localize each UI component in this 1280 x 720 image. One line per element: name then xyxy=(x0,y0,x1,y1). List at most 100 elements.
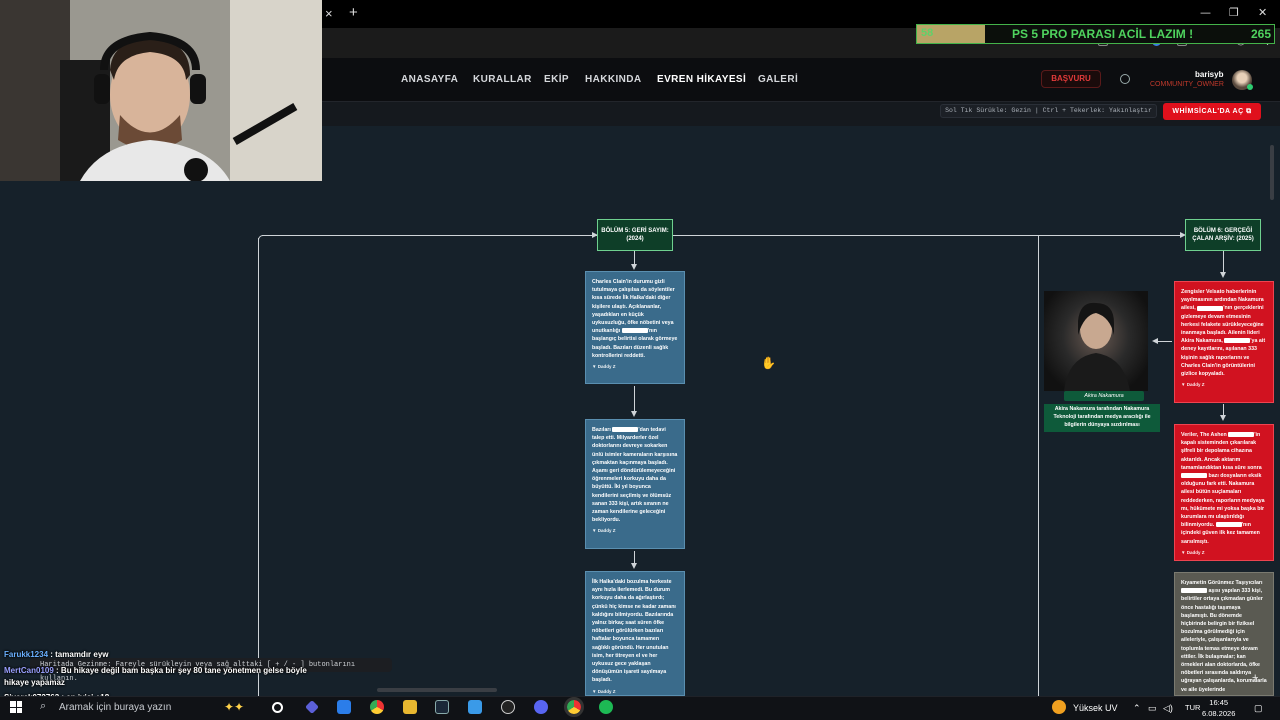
user-role: COMMUNITY_OWNER xyxy=(1150,81,1224,88)
card-text: Veriler, The Ashen xyxy=(1181,432,1227,438)
apply-button[interactable]: BAŞVURU xyxy=(1041,70,1101,88)
chrome-active-icon[interactable] xyxy=(564,697,584,717)
open-whimsical-button[interactable]: WHİMSİCAL'DA AÇ ⧉ xyxy=(1163,103,1261,120)
folder-icon[interactable] xyxy=(403,700,417,714)
card-text: İlk Halka'daki bozulma herkeste aynı hız… xyxy=(592,579,676,684)
nav-about[interactable]: HAKKINDA xyxy=(585,74,642,85)
arrow-down-icon xyxy=(631,563,637,569)
nav-universe-story[interactable]: EVREN HİKAYESİ xyxy=(657,74,746,85)
arrow-down-icon xyxy=(1220,272,1226,278)
story-card[interactable]: Kıyametin Görünmez Taşıyıcıları aşısı ya… xyxy=(1174,572,1274,696)
nav-home[interactable]: ANASAYFA xyxy=(401,74,458,85)
store-icon[interactable] xyxy=(337,700,351,714)
connector xyxy=(262,235,597,236)
maximize-icon[interactable]: ❐ xyxy=(1229,6,1239,19)
redacted-mark xyxy=(1224,338,1251,344)
connector xyxy=(1158,341,1172,342)
connector xyxy=(258,238,259,696)
obs-icon[interactable] xyxy=(501,700,515,714)
arrow-down-icon xyxy=(1220,415,1226,421)
navigation-hint: Sol Tık Sürükle: Gezin | Ctrl + Tekerlek… xyxy=(940,104,1157,118)
card-text: bazı dosyaların eksik olduğunu fark etti… xyxy=(1181,473,1265,529)
horizontal-scrollbar[interactable] xyxy=(377,688,497,692)
author-name: Daddy Z xyxy=(597,364,616,370)
connector xyxy=(1223,251,1224,273)
donation-goal-bar: 58 PS 5 PRO PARASI ACİL LAZIM ! 265 xyxy=(916,24,1275,44)
section-5-header[interactable]: BÖLÜM 5: GERİ SAYIM: (2024) xyxy=(597,219,673,251)
goal-title: PS 5 PRO PARASI ACİL LAZIM ! xyxy=(1012,27,1194,41)
sparkle-icon[interactable]: ✦✦ xyxy=(224,700,244,714)
chat-text: Bu hikaye değil bam başka bir şey 80 tan… xyxy=(60,666,307,675)
spotify-icon[interactable] xyxy=(599,700,613,714)
card-author: ▼ Daddy Z xyxy=(592,688,616,694)
author-name: Daddy Z xyxy=(597,528,616,534)
app-icon[interactable] xyxy=(468,700,482,714)
new-tab-button[interactable]: + xyxy=(349,4,358,21)
connector xyxy=(672,235,1180,236)
story-card[interactable]: Charles Clain'in durumu gizli tutulmaya … xyxy=(585,271,685,384)
character-portrait[interactable] xyxy=(1044,291,1148,391)
card-author: ▼ Daddy Z xyxy=(1181,549,1205,555)
redacted-mark xyxy=(1181,588,1207,594)
card-text: Kıyametin Görünmez Taşıyıcıları xyxy=(1181,580,1263,586)
theme-toggle-icon[interactable] xyxy=(1120,74,1130,84)
windows-start-icon[interactable] xyxy=(10,701,22,713)
language-indicator[interactable]: TUR xyxy=(1185,703,1200,712)
story-card[interactable]: Veriler, The Ashen 'in kapalı sisteminde… xyxy=(1174,424,1274,561)
story-card[interactable]: Zengisler Velsato haberlerinin yayılması… xyxy=(1174,281,1274,403)
story-card[interactable]: İlk Halka'daki bozulma herkeste aynı hız… xyxy=(585,571,685,696)
volume-icon[interactable]: ◁) xyxy=(1163,703,1173,714)
tray-chevron-icon[interactable]: ⌃ xyxy=(1133,703,1141,714)
window-close-icon[interactable]: ✕ xyxy=(1258,6,1267,19)
card-text: Bazıları xyxy=(592,427,611,433)
card-text: Charles Clain'in durumu gizli tutulmaya … xyxy=(592,279,675,335)
person-silhouette-icon xyxy=(1064,302,1130,391)
weather-icon[interactable] xyxy=(1052,700,1066,714)
goal-current: 58 xyxy=(921,27,934,39)
avatar[interactable] xyxy=(1232,70,1253,90)
connector-corner xyxy=(258,235,264,241)
author-name: Daddy Z xyxy=(1186,549,1205,555)
steam-icon[interactable] xyxy=(435,700,449,714)
story-card[interactable]: Bazıları 'dan tedavi talep etti. Milyard… xyxy=(585,419,685,549)
chat-text: hikaye yapamaz xyxy=(4,678,65,687)
section-6-header[interactable]: BÖLÜM 6: GERÇEĞİ ÇALAN ARŞİV: (2025) xyxy=(1185,219,1261,251)
vertical-scrollbar[interactable] xyxy=(1270,145,1274,200)
cortana-icon[interactable] xyxy=(272,702,283,713)
connector xyxy=(634,251,635,265)
minimize-icon[interactable]: — xyxy=(1200,6,1211,19)
notification-icon[interactable]: ▢ xyxy=(1254,703,1263,714)
taskbar-search[interactable]: Aramak için buraya yazın xyxy=(59,702,171,713)
open-whimsical-label: WHİMSİCAL'DA AÇ xyxy=(1172,108,1244,115)
author-name: Daddy Z xyxy=(597,688,616,694)
card-author: ▼ Daddy Z xyxy=(592,364,616,370)
hand-cursor-icon: ✋ xyxy=(761,356,776,370)
redacted-mark xyxy=(621,328,648,334)
nav-gallery[interactable]: GALERİ xyxy=(758,74,798,85)
clock-time: 16:45 xyxy=(1209,698,1229,707)
chrome-icon[interactable] xyxy=(370,700,384,714)
goal-target: 265 xyxy=(1250,27,1271,41)
redacted-mark xyxy=(612,427,639,433)
webcam-overlay xyxy=(0,0,322,181)
chat-message: MertCan0109 : Bu hikaye değil bam başka … xyxy=(4,666,307,675)
discord-icon[interactable] xyxy=(534,700,548,714)
close-tab-icon[interactable]: × xyxy=(325,6,333,21)
clock[interactable]: 16:45 6.08.2026 xyxy=(1202,697,1235,719)
clock-date: 6.08.2026 xyxy=(1202,709,1236,718)
arrow-down-icon xyxy=(631,411,637,417)
weather-text[interactable]: Yüksek UV xyxy=(1073,703,1118,713)
zoom-in-button[interactable]: + xyxy=(1252,672,1258,684)
connector xyxy=(634,386,635,412)
card-author: ▼ Daddy Z xyxy=(592,528,616,534)
username: barisyb xyxy=(1195,70,1224,79)
chat-message: hikaye yapamaz xyxy=(4,678,65,687)
card-author: ▼ Daddy Z xyxy=(1181,382,1205,388)
character-description[interactable]: Akira Nakamura tarafından Nakamura Tekno… xyxy=(1044,404,1160,432)
redacted-mark xyxy=(1181,473,1207,479)
nav-team[interactable]: EKİP xyxy=(544,74,569,85)
redacted-mark xyxy=(1197,305,1224,311)
network-icon[interactable]: ▭ xyxy=(1148,703,1157,714)
online-status-dot xyxy=(1247,84,1253,90)
nav-rules[interactable]: KURALLAR xyxy=(473,74,532,85)
